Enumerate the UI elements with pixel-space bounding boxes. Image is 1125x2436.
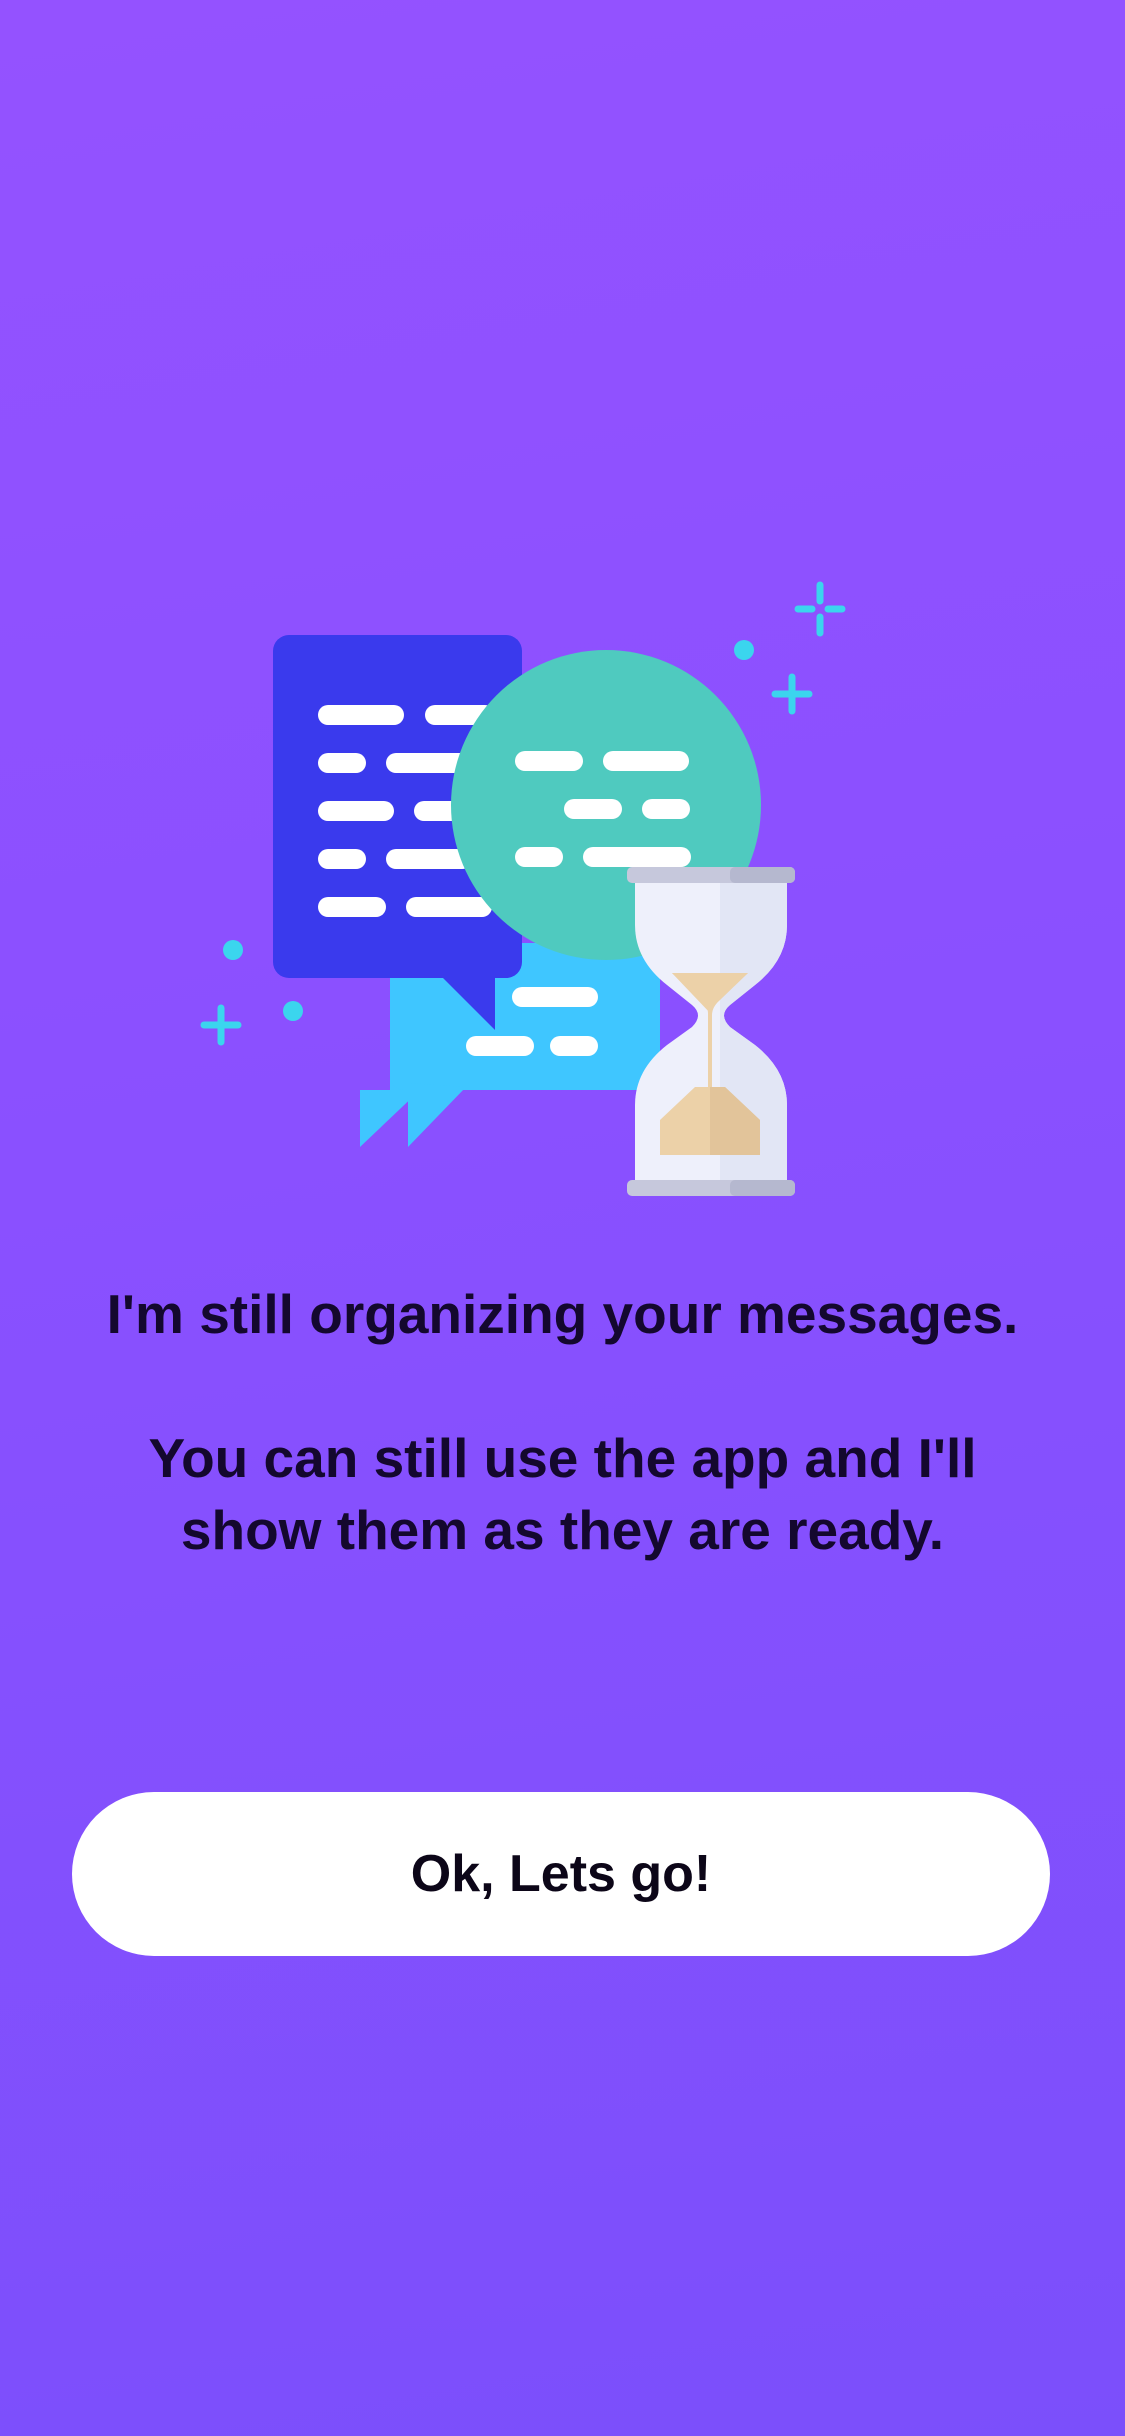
message-primary: I'm still organizing your messages.	[106, 1283, 1019, 1345]
chat-bubbles-hourglass-icon	[190, 575, 870, 1205]
message-secondary: You can still use the app and I'll show …	[148, 1427, 977, 1561]
onboarding-screen: I'm still organizing your messages. You …	[0, 0, 1125, 2436]
status-message: I'm still organizing your messages. You …	[80, 1278, 1045, 1566]
ok-lets-go-button[interactable]: Ok, Lets go!	[72, 1792, 1050, 1956]
